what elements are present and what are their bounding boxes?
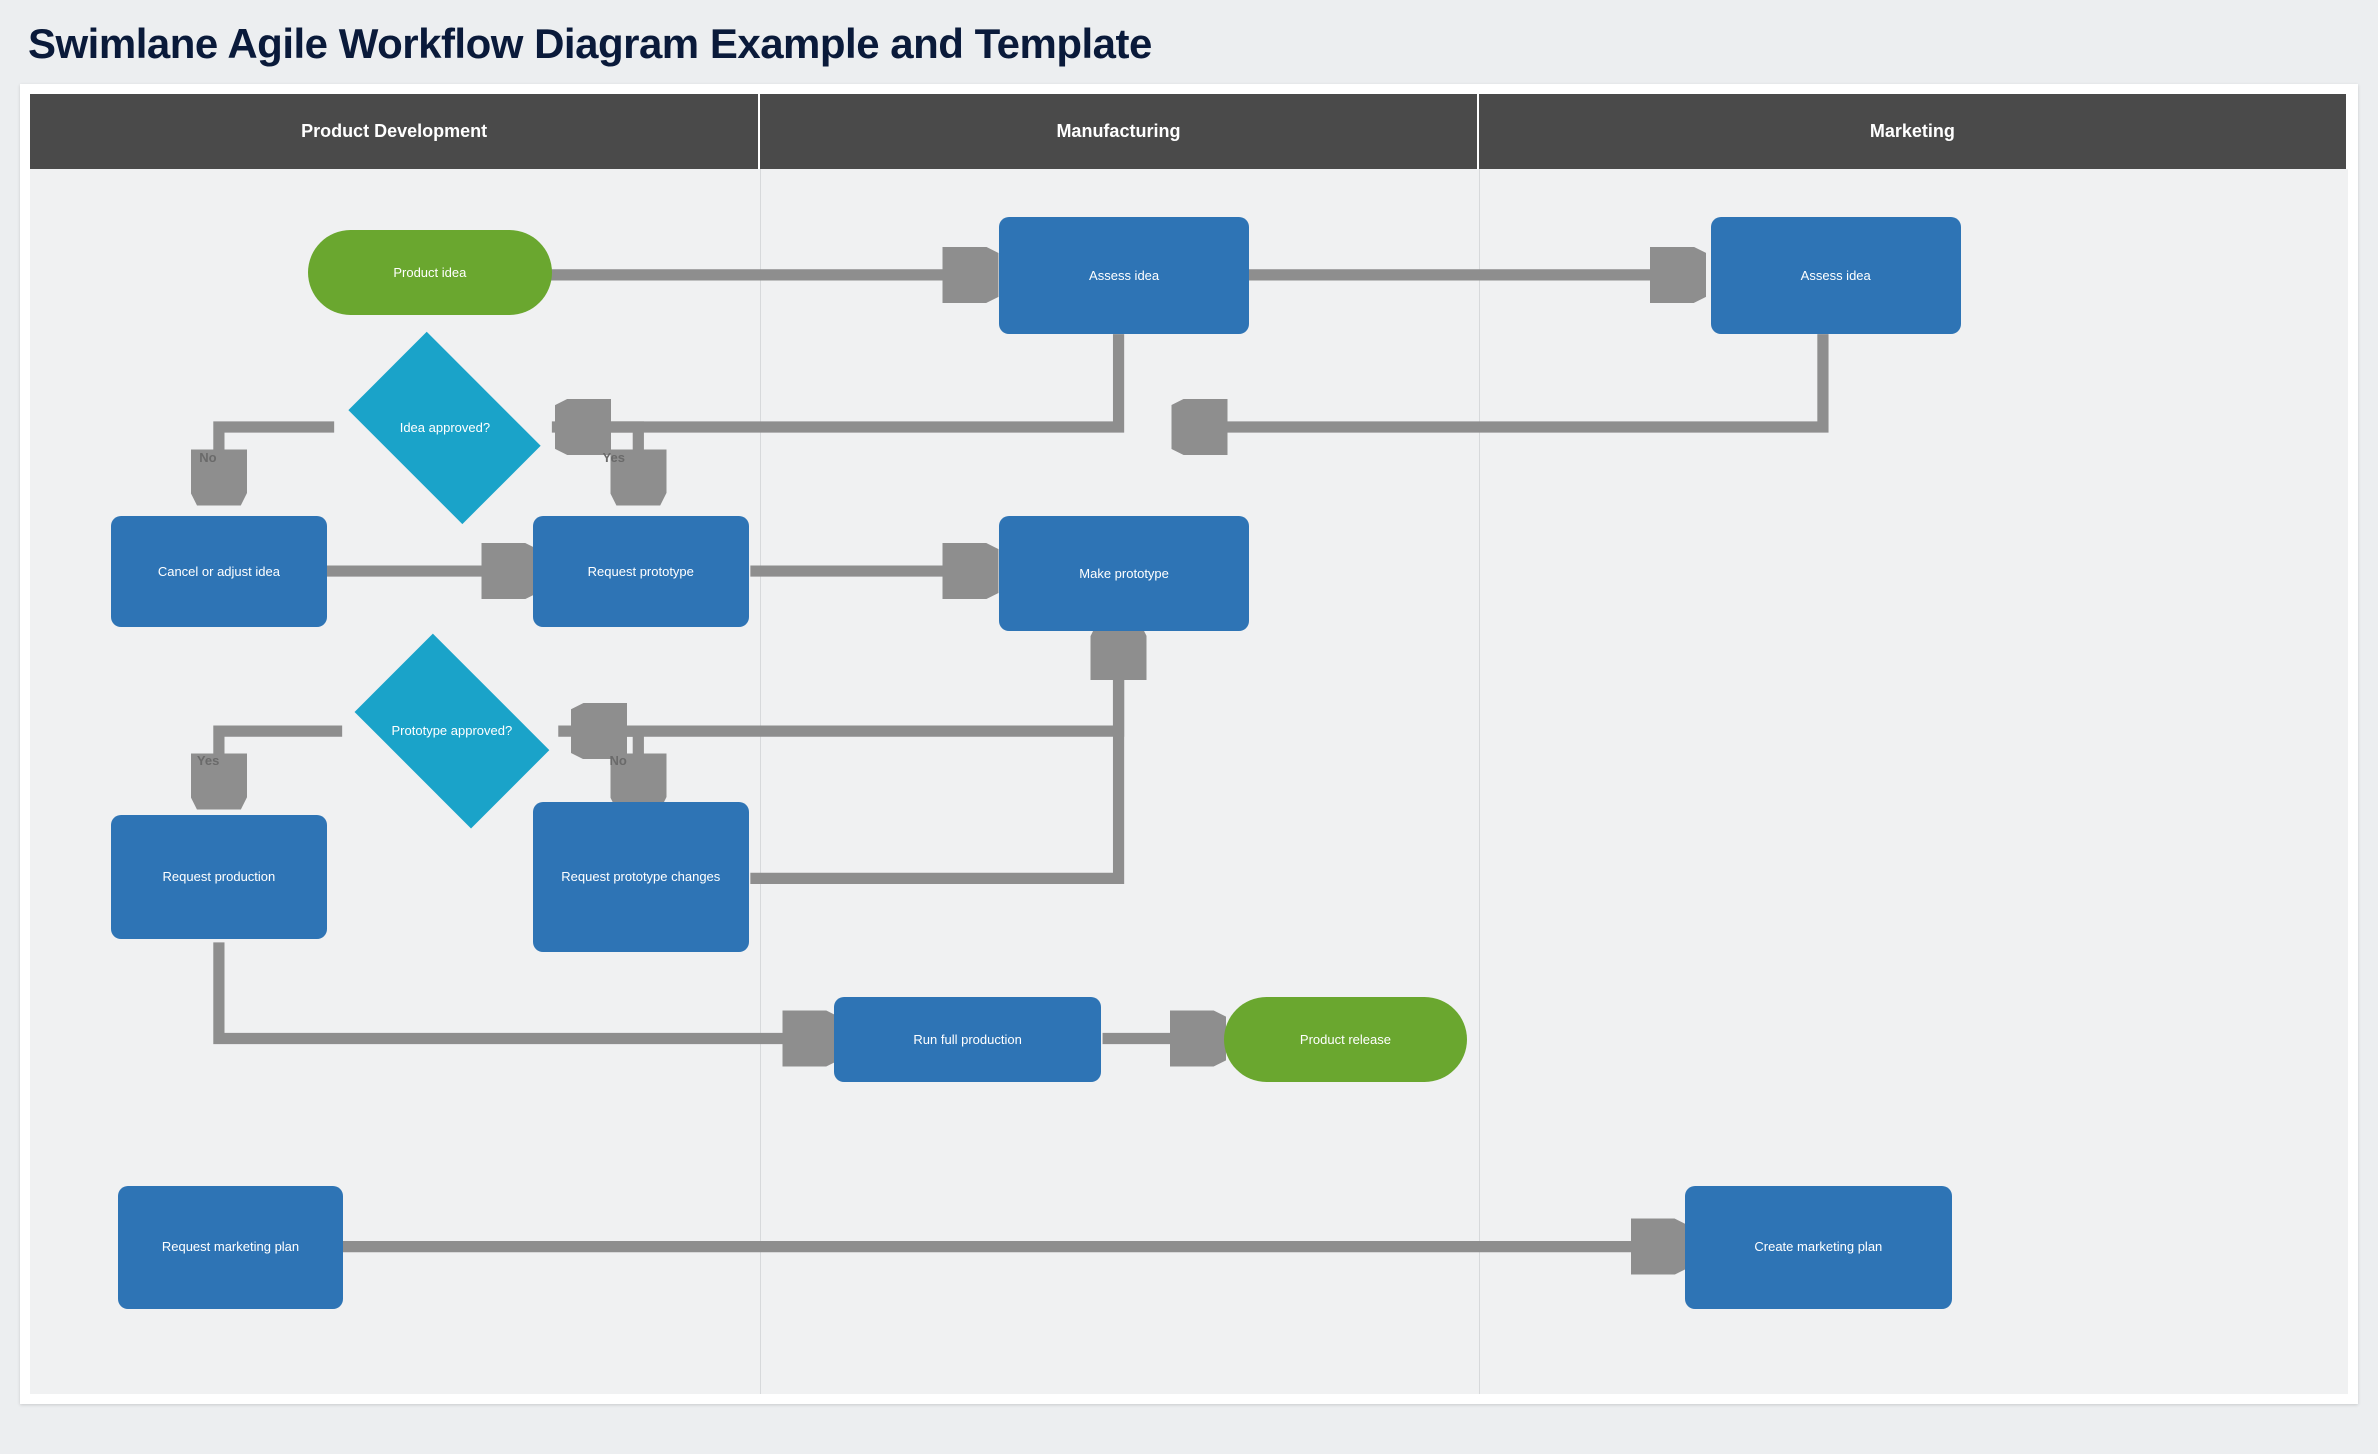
edge-label-idea-yes: Yes xyxy=(603,450,625,465)
node-request-production: Request production xyxy=(111,815,327,938)
diagram-canvas: Product Development Manufacturing Market… xyxy=(30,94,2348,1394)
page-title: Swimlane Agile Workflow Diagram Example … xyxy=(28,20,2358,68)
node-request-prototype: Request prototype xyxy=(533,516,749,626)
node-make-prototype: Make prototype xyxy=(999,516,1249,630)
node-cancel-adjust: Cancel or adjust idea xyxy=(111,516,327,626)
node-product-release: Product release xyxy=(1224,997,1467,1081)
node-assess-idea-mkt: Assess idea xyxy=(1711,217,1961,334)
node-assess-idea-mfg: Assess idea xyxy=(999,217,1249,334)
node-prototype-approved-label: Prototype approved? xyxy=(336,653,568,809)
node-create-marketing-plan: Create marketing plan xyxy=(1685,1186,1952,1309)
node-product-idea: Product idea xyxy=(308,230,551,314)
node-prototype-approved: Prototype approved? xyxy=(336,653,568,809)
node-idea-approved: Idea approved? xyxy=(331,350,558,506)
node-request-marketing-plan: Request marketing plan xyxy=(118,1186,343,1309)
edge-label-idea-no: No xyxy=(199,450,216,465)
diagram-frame: Product Development Manufacturing Market… xyxy=(20,84,2358,1404)
node-request-proto-changes: Request prototype changes xyxy=(533,802,749,951)
node-idea-approved-label: Idea approved? xyxy=(331,350,558,506)
edge-label-proto-yes: Yes xyxy=(197,753,219,768)
node-run-full-production: Run full production xyxy=(834,997,1101,1081)
edge-label-proto-no: No xyxy=(610,753,627,768)
